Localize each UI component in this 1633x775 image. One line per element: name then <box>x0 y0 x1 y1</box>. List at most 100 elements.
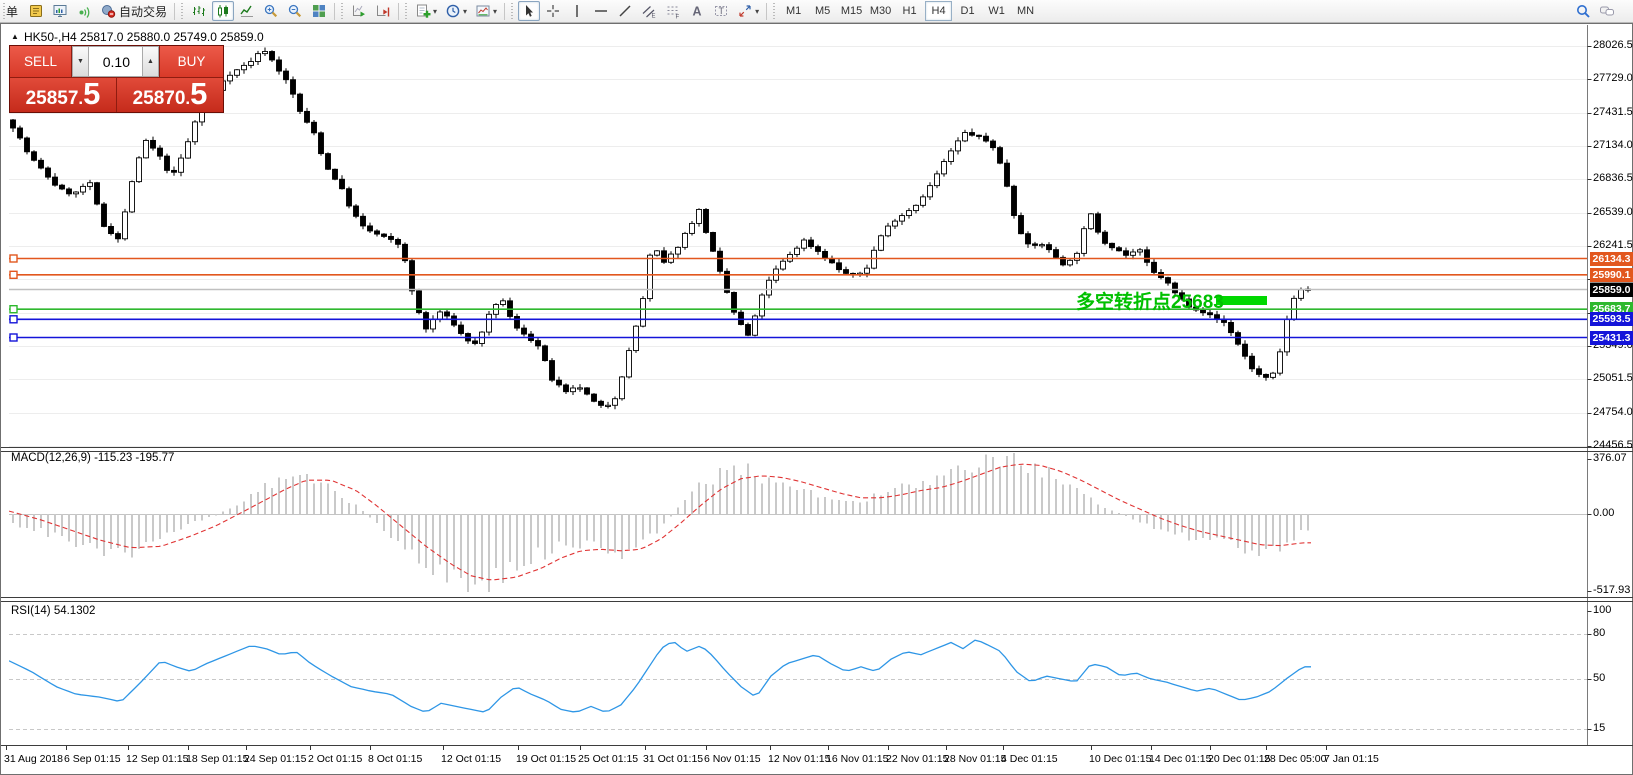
macd-indicator-label: MACD(12,26,9) -115.23 -195.77 <box>11 452 174 464</box>
volume-stepper: ▼ 0.10 ▲ <box>72 46 159 77</box>
chat-button[interactable] <box>1596 1 1618 21</box>
sell-price-display[interactable]: 25857.5 <box>10 78 117 112</box>
price-tick-label: 27431.5 <box>1593 106 1633 118</box>
templates-button[interactable]: ▾ <box>472 1 500 21</box>
volume-decrease-button[interactable]: ▼ <box>72 46 89 77</box>
new-order-label: 单 <box>6 3 18 20</box>
volume-increase-button[interactable]: ▲ <box>142 46 159 77</box>
chevron-down-icon[interactable]: ▾ <box>463 7 467 16</box>
price-tick-label: 24754.0 <box>1593 406 1633 418</box>
signal-broadcast-button[interactable] <box>73 1 95 21</box>
line-handle[interactable] <box>10 334 17 341</box>
toolbar-separator <box>174 3 175 20</box>
templates-icon <box>475 3 491 19</box>
rsi-tick-label: 15 <box>1593 722 1605 734</box>
toolbar-separator <box>334 3 335 20</box>
rsi-indicator-label: RSI(14) 54.1302 <box>11 605 95 617</box>
equidistant-channel-button[interactable]: E <box>638 1 660 21</box>
new-chart-button[interactable]: ▾ <box>412 1 440 21</box>
line-handle[interactable] <box>10 271 17 278</box>
chevron-down-icon[interactable]: ▾ <box>493 7 497 16</box>
rsi-tick-label: 80 <box>1593 627 1605 639</box>
fibonacci-button[interactable]: F <box>662 1 684 21</box>
rsi-tick-label: 50 <box>1593 672 1605 684</box>
zoom-in-button[interactable] <box>260 1 282 21</box>
chart-canvas[interactable] <box>1 24 1633 775</box>
vertical-line-button[interactable] <box>566 1 588 21</box>
price-tick-label: 25051.5 <box>1593 372 1633 384</box>
ohlc-high: 25880.0 <box>127 30 170 44</box>
price-tick-label: 28026.5 <box>1593 39 1633 51</box>
volume-input[interactable]: 0.10 <box>89 46 142 77</box>
new-order-button[interactable]: 单 <box>1 1 23 21</box>
auto-trading-button[interactable]: 自动交易 <box>97 1 170 21</box>
timeframe-m1-button[interactable]: M1 <box>780 1 807 21</box>
timeframe-m15-button[interactable]: M15 <box>838 1 865 21</box>
buy-price-display[interactable]: 25870.5 <box>117 78 223 112</box>
date-tick-label: 12 Nov 01:15 <box>768 753 830 765</box>
buy-button[interactable]: BUY <box>159 46 223 77</box>
toolbar-separator <box>398 3 399 20</box>
ohlc-low: 25749.0 <box>174 30 217 44</box>
svg-text:E: E <box>652 14 656 20</box>
arrows-button[interactable]: ▾ <box>734 1 762 21</box>
market-monitor-button[interactable] <box>49 1 71 21</box>
chart-window: ▲ HK50-,H4 25817.0 25880.0 25749.0 25859… <box>0 23 1633 775</box>
toolbar-grip <box>510 3 515 20</box>
line-handle[interactable] <box>10 316 17 323</box>
price-tick-label: 26539.0 <box>1593 206 1633 218</box>
chart-shift-icon <box>375 3 391 19</box>
chevron-down-icon[interactable]: ▾ <box>433 7 437 16</box>
bar-chart-button[interactable] <box>188 1 210 21</box>
sell-button[interactable]: SELL <box>10 46 72 77</box>
toolbar-grip <box>340 3 345 20</box>
toolbar-grip <box>180 3 185 20</box>
periods-button[interactable]: ▾ <box>442 1 470 21</box>
arrows-icon <box>737 3 753 19</box>
buy-price-main: 25870 <box>133 84 186 114</box>
date-tick-label: 28 Dec 05:00 <box>1264 753 1326 765</box>
candlestick-chart-button[interactable] <box>212 1 234 21</box>
macd-tick-label: 0.00 <box>1593 507 1614 519</box>
search-button[interactable] <box>1572 1 1594 21</box>
crosshair-button[interactable] <box>542 1 564 21</box>
date-tick-label: 12 Oct 01:15 <box>441 753 501 765</box>
tile-windows-button[interactable] <box>308 1 330 21</box>
date-tick-label: 31 Oct 01:15 <box>643 753 703 765</box>
chevron-down-icon[interactable]: ▾ <box>755 7 759 16</box>
annotation-text[interactable]: 多空转折点25683 <box>1076 287 1224 314</box>
text-label-button[interactable]: T <box>710 1 732 21</box>
line-handle[interactable] <box>10 255 17 262</box>
date-tick-label: 14 Dec 01:15 <box>1149 753 1211 765</box>
date-tick-label: 12 Sep 01:15 <box>126 753 188 765</box>
line-chart-icon <box>239 3 255 19</box>
horizontal-line-button[interactable] <box>590 1 612 21</box>
history-book-button[interactable] <box>25 1 47 21</box>
timeframe-w1-button[interactable]: W1 <box>983 1 1010 21</box>
date-tick-label: 6 Sep 01:15 <box>64 753 121 765</box>
fibonacci-icon: F <box>665 3 681 19</box>
chart-autoscroll-button[interactable] <box>348 1 370 21</box>
timeframe-m30-button[interactable]: M30 <box>867 1 894 21</box>
market-monitor-icon <box>52 3 68 19</box>
collapse-chart-icon[interactable]: ▲ <box>11 32 19 41</box>
line-chart-button[interactable] <box>236 1 258 21</box>
timeframe-h4-button[interactable]: H4 <box>925 1 952 21</box>
timeframe-mn-button[interactable]: MN <box>1012 1 1039 21</box>
line-handle[interactable] <box>10 306 17 313</box>
zoom-out-button[interactable] <box>284 1 306 21</box>
text-button[interactable]: A <box>686 1 708 21</box>
trend-line-button[interactable] <box>614 1 636 21</box>
timeframe-m5-button[interactable]: M5 <box>809 1 836 21</box>
periods-icon <box>445 3 461 19</box>
rsi-tick-label: 100 <box>1593 604 1611 616</box>
timeframe-h1-button[interactable]: H1 <box>896 1 923 21</box>
level-price-label: 25593.5 <box>1590 312 1633 326</box>
date-tick-label: 22 Nov 01:15 <box>886 753 948 765</box>
cursor-button[interactable] <box>518 1 540 21</box>
chart-shift-button[interactable] <box>372 1 394 21</box>
date-tick-label: 28 Nov 01:15 <box>944 753 1006 765</box>
timeframe-d1-button[interactable]: D1 <box>954 1 981 21</box>
auto-trading-icon <box>100 3 116 19</box>
trend-line-icon <box>617 3 633 19</box>
